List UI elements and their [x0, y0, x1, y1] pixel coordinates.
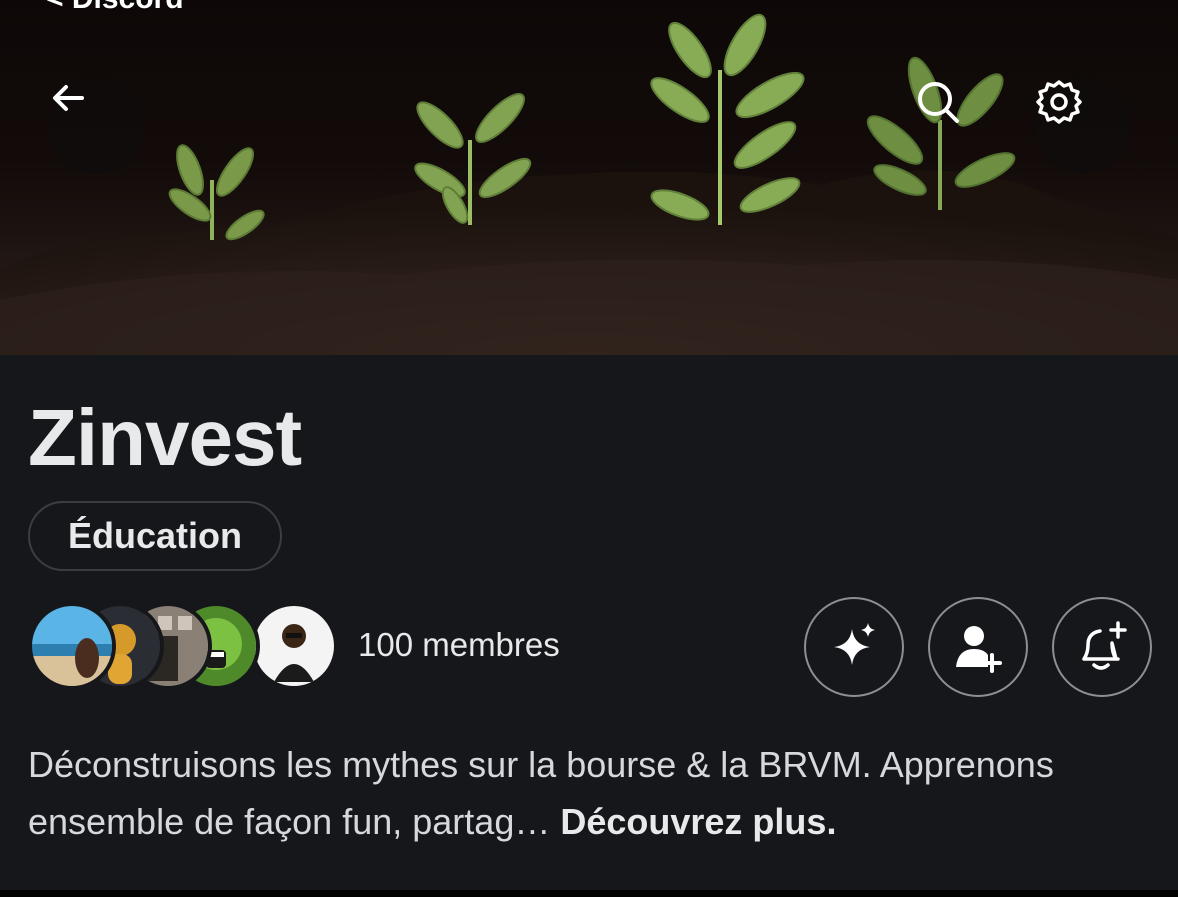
search-button[interactable]	[914, 78, 1010, 174]
sparkle-icon	[834, 623, 875, 665]
community-description: Déconstruisons les mythes sur la bourse …	[28, 736, 1158, 850]
settings-button[interactable]	[1035, 78, 1131, 174]
back-to-discord-link[interactable]: < Discord	[46, 0, 184, 16]
description-text: Déconstruisons les mythes sur la bourse …	[28, 744, 1054, 842]
sparkle-button[interactable]	[804, 597, 904, 697]
avatar	[28, 602, 116, 690]
add-person-icon	[956, 626, 1002, 673]
gear-icon	[1036, 80, 1082, 124]
avatar	[250, 602, 338, 690]
banner-image	[0, 13, 1178, 355]
search-icon	[918, 82, 959, 123]
community-name: Zinvest	[28, 393, 302, 482]
notify-button[interactable]	[1052, 597, 1152, 697]
divider	[0, 890, 1178, 897]
members-count[interactable]: 100 membres	[358, 626, 560, 664]
category-tag[interactable]: Éducation	[28, 501, 283, 571]
back-button[interactable]	[48, 78, 144, 174]
bell-plus-icon	[1082, 621, 1127, 670]
community-banner: < Discord	[0, 0, 1178, 355]
see-more-link[interactable]: Découvrez plus.	[560, 801, 836, 842]
invite-member-button[interactable]	[928, 597, 1028, 697]
member-avatars[interactable]	[28, 602, 338, 690]
arrow-left-icon	[53, 85, 84, 111]
